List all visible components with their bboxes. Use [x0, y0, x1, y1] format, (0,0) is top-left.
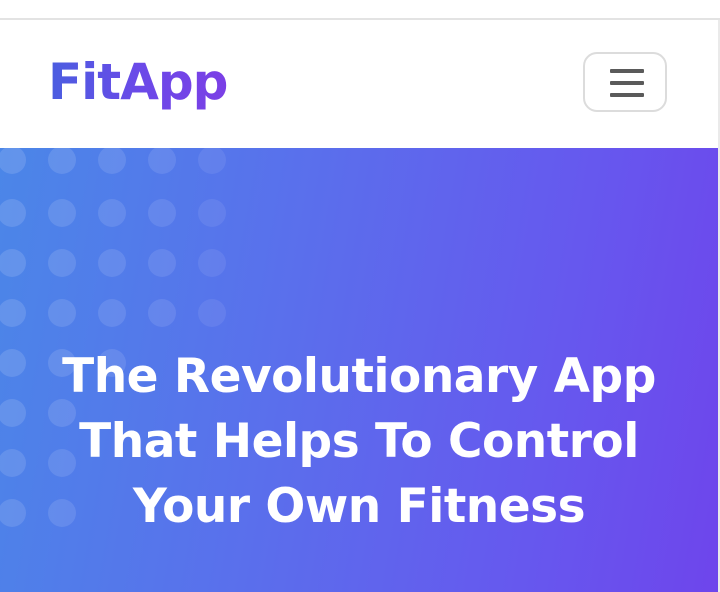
hero-headline-line: That Helps To Control — [79, 414, 639, 469]
hamburger-menu-icon — [610, 69, 644, 97]
navbar: FitApp — [0, 20, 718, 148]
hero-section: The Revolutionary App That Helps To Cont… — [0, 148, 718, 592]
hero-headline-line: Your Own Fitness — [132, 479, 586, 534]
hero-headline: The Revolutionary App That Helps To Cont… — [0, 344, 718, 539]
page: FitApp The Revolutionary App That Helps … — [0, 0, 720, 592]
menu-toggle-button[interactable] — [583, 52, 667, 112]
brand-logo[interactable]: FitApp — [48, 52, 228, 112]
hero-headline-line: The Revolutionary App — [62, 349, 656, 404]
